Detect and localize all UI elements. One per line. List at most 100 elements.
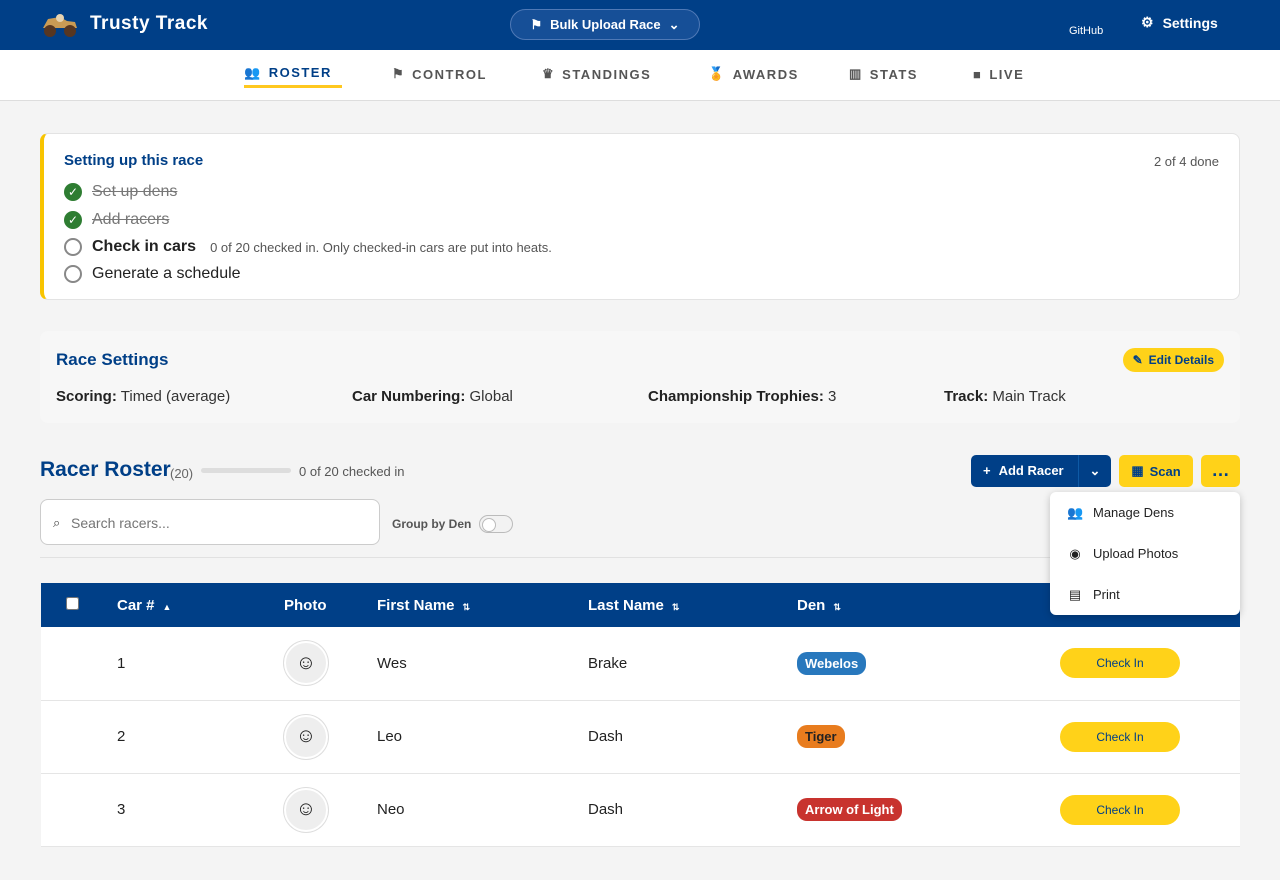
- racer-table: Car # ▲ Photo First Name ⇅ Last Name ⇅ Den ⇅…: [41, 583, 1240, 847]
- photo-header: Photo: [284, 583, 377, 627]
- menu-label: Print: [1093, 587, 1120, 602]
- setting-value: 3: [828, 388, 837, 405]
- plus-icon: +: [983, 463, 991, 478]
- settings-button[interactable]: ⚙ Settings: [1141, 14, 1218, 31]
- setting-value: Main Track: [992, 388, 1066, 405]
- last-name: Dash: [588, 801, 624, 818]
- step-label: Add racers: [92, 211, 170, 228]
- setting-label: Car Numbering:: [352, 388, 466, 405]
- step-label: Generate a schedule: [92, 265, 241, 282]
- race-settings-title: Race Settings: [56, 350, 169, 369]
- racer-avatar: ☺: [284, 641, 328, 686]
- tab-awards-label: AWARDS: [732, 66, 799, 82]
- last-name: Dash: [588, 728, 624, 745]
- table-row[interactable]: 2 ☺ Leo Dash Tiger Check In: [41, 700, 1240, 773]
- qr-code-icon: ▦: [1131, 463, 1144, 478]
- camera-icon: ◉: [1069, 545, 1081, 561]
- setting-label: Championship Trophies:: [648, 388, 824, 405]
- den-badge: Arrow of Light: [797, 798, 902, 821]
- group-by-den-toggle[interactable]: [479, 515, 514, 533]
- setting-value: Timed (average): [120, 388, 231, 405]
- search-input[interactable]: [71, 510, 361, 535]
- den-badge: Tiger: [797, 725, 845, 748]
- step-check-in-cars[interactable]: Check in cars 0 of 20 checked in. Only ch…: [64, 238, 552, 256]
- add-racer-button[interactable]: + Add Racer ⌄: [971, 455, 1111, 487]
- column-label: Photo: [284, 596, 327, 614]
- edit-details-button[interactable]: ✎ Edit Details: [1122, 348, 1224, 372]
- table-row[interactable]: 1 ☺ Wes Brake Webelos Check In: [41, 627, 1240, 700]
- last-name-header[interactable]: Last Name ⇅: [588, 583, 797, 627]
- den-badge: Webelos: [797, 651, 867, 675]
- select-all-column: [41, 583, 117, 627]
- racer-avatar: ☺: [284, 714, 328, 759]
- car-number: 3: [117, 801, 126, 818]
- step-add-racers[interactable]: ✓ Add racers: [64, 211, 169, 229]
- tab-live[interactable]: ■ LIVE: [973, 60, 1024, 88]
- add-racer-label: Add Racer: [998, 463, 1064, 478]
- check-in-button[interactable]: Check In: [1060, 721, 1180, 752]
- app-title: Trusty Track: [90, 13, 208, 34]
- step-generate-schedule[interactable]: Generate a schedule: [64, 265, 241, 283]
- manage-dens-menu-item[interactable]: 👥 Manage Dens: [1050, 492, 1240, 533]
- chevron-down-icon: ⌄: [668, 16, 680, 32]
- sort-icon: ⇅: [462, 601, 471, 612]
- brand[interactable]: Trusty Track: [40, 9, 208, 39]
- first-name-header[interactable]: First Name ⇅: [377, 583, 588, 627]
- car-number-header[interactable]: Car # ▲: [117, 583, 284, 627]
- check-circle-icon: ✓: [64, 211, 82, 229]
- den-header[interactable]: Den ⇅: [797, 583, 1060, 627]
- tab-standings[interactable]: ♛ STANDINGS: [542, 60, 651, 88]
- tab-live-label: LIVE: [989, 66, 1025, 82]
- select-all-checkbox[interactable]: [66, 596, 79, 610]
- scan-label: Scan: [1149, 463, 1181, 479]
- menu-label: Upload Photos: [1093, 546, 1179, 561]
- tab-standings-label: STANDINGS: [562, 66, 652, 82]
- flag-icon: ⚑: [392, 66, 406, 81]
- medal-icon: 🏅: [708, 66, 726, 81]
- sort-icon: ⇅: [833, 601, 841, 612]
- check-in-button[interactable]: Check In: [1060, 648, 1180, 679]
- tab-awards[interactable]: 🏅 AWARDS: [708, 60, 799, 88]
- step-label: Set up dens: [92, 183, 178, 200]
- column-label: First Name: [377, 596, 455, 614]
- empty-circle-icon: [64, 265, 82, 283]
- tab-stats[interactable]: ▥ STATS: [849, 60, 918, 88]
- trophy-icon: ♛: [542, 66, 556, 81]
- menu-label: Manage Dens: [1093, 505, 1174, 520]
- car-number: 1: [117, 654, 126, 672]
- first-name: Wes: [377, 654, 407, 672]
- tab-control[interactable]: ⚑ CONTROL: [392, 60, 487, 88]
- racer-search[interactable]: ⌕: [40, 499, 380, 545]
- ellipsis-icon: …: [1211, 460, 1230, 480]
- track-setting: Track: Main Track: [944, 388, 1066, 405]
- first-name: Leo: [377, 728, 403, 745]
- sort-ascending-icon: ▲: [162, 601, 172, 612]
- setting-label: Track:: [944, 388, 989, 405]
- edit-details-label: Edit Details: [1148, 353, 1214, 367]
- setup-title: Setting up this race: [64, 152, 204, 169]
- column-label: Den: [797, 596, 826, 614]
- more-options-menu: 👥 Manage Dens ◉ Upload Photos ▤ Print: [1050, 492, 1240, 615]
- scan-button[interactable]: ▦ Scan: [1119, 455, 1193, 487]
- step-set-up-dens[interactable]: ✓ Set up dens: [64, 183, 177, 201]
- sort-icon: ⇅: [671, 601, 680, 612]
- race-selector[interactable]: ⚑ Bulk Upload Race ⌄: [510, 9, 700, 40]
- group-by-den-label: Group by Den: [392, 517, 472, 531]
- print-menu-item[interactable]: ▤ Print: [1050, 574, 1240, 615]
- setting-label: Scoring:: [56, 388, 117, 405]
- add-racer-menu-button[interactable]: ⌄: [1078, 455, 1111, 487]
- check-in-button[interactable]: Check In: [1060, 794, 1180, 825]
- github-link[interactable]: GitHub: [1069, 25, 1103, 37]
- more-options-button[interactable]: …: [1201, 455, 1240, 487]
- tab-roster[interactable]: 👥 ROSTER: [244, 60, 342, 88]
- table-row[interactable]: 3 ☺ Neo Dash Arrow of Light Check In: [41, 773, 1240, 846]
- video-icon: ■: [973, 66, 983, 82]
- check-in-progress-text: 0 of 20 checked in: [299, 464, 405, 479]
- upload-photos-menu-item[interactable]: ◉ Upload Photos: [1050, 533, 1240, 574]
- race-settings-card: Race Settings ✎ Edit Details Scoring: Tim…: [40, 331, 1240, 423]
- tab-roster-label: ROSTER: [268, 65, 332, 80]
- step-label: Check in cars: [92, 238, 197, 255]
- group-by-den-control[interactable]: Group by Den: [392, 515, 514, 533]
- step-note: 0 of 20 checked in. Only checked-in cars…: [210, 239, 552, 255]
- search-icon: ⌕: [53, 515, 61, 530]
